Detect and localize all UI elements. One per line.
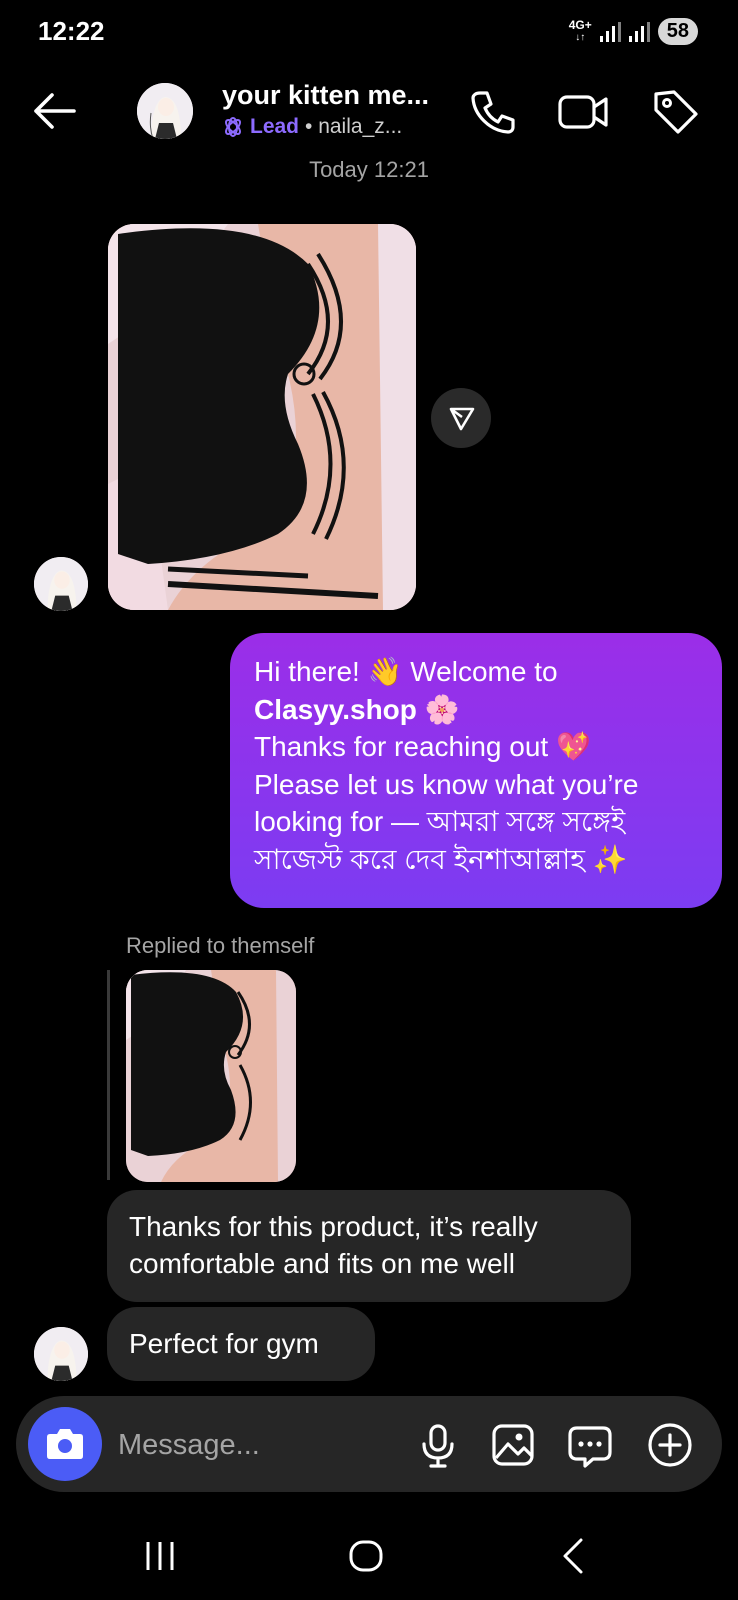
replied-label: Replied to themself — [126, 933, 315, 958]
video-call-icon[interactable] — [556, 86, 608, 138]
share-icon — [449, 407, 475, 431]
lead-badge[interactable]: Lead — [222, 115, 299, 139]
status-icons: 4G+ ↓↑ 58 — [569, 18, 698, 45]
incoming-message[interactable]: Thanks for this product, it’s really com… — [107, 1190, 631, 1302]
network-indicator: 4G+ ↓↑ — [568, 18, 592, 43]
signal-icon — [599, 21, 621, 42]
incoming-line-1: Thanks for this product, it’s really — [129, 1211, 538, 1242]
flower-emoji: 🌸 — [416, 693, 460, 725]
lead-label: Lead — [250, 115, 300, 138]
lead-icon — [225, 117, 241, 137]
outgoing-line-5: looking for — আমরা সঙ্গে সঙ্গেই — [254, 806, 626, 837]
replied-photo[interactable] — [126, 970, 296, 1182]
nav-back-icon[interactable] — [545, 1534, 605, 1578]
outgoing-line-1: Hi there! 👋 Welcome to — [254, 656, 558, 687]
outgoing-message[interactable]: Hi there! 👋 Welcome to Clasyy.shop 🌸 Tha… — [230, 633, 722, 908]
tag-icon[interactable] — [650, 86, 702, 138]
camera-button[interactable] — [28, 1407, 102, 1481]
sticker-icon[interactable] — [565, 1420, 615, 1470]
incoming-message-2[interactable]: Perfect for gym — [107, 1307, 375, 1381]
gallery-icon[interactable] — [488, 1420, 538, 1470]
camera-icon — [47, 1429, 83, 1459]
incoming-line-2: comfortable and fits on me well — [129, 1248, 515, 1279]
contact-handle: • naila_z... — [305, 115, 403, 138]
share-button[interactable] — [431, 388, 491, 448]
sender-avatar-2[interactable] — [34, 1327, 88, 1381]
outgoing-line-4: Please let us know what you’re — [254, 768, 639, 800]
product-photo[interactable] — [108, 224, 416, 610]
outgoing-line-6: সাজেস্ট করে দেব ইনশাআল্লাহ ✨ — [254, 843, 628, 875]
reply-indicator-line — [107, 970, 110, 1180]
nav-recents-icon[interactable] — [130, 1534, 190, 1578]
network-type: 4G+ — [568, 18, 592, 32]
outgoing-line-3: Thanks for reaching out 💖 — [254, 731, 591, 762]
day-separator: Today 12:21 — [309, 157, 429, 182]
outgoing-line-2: Clasyy.shop 🌸 — [254, 691, 700, 729]
phone-icon[interactable] — [466, 86, 518, 138]
back-arrow-icon[interactable] — [28, 88, 82, 134]
sender-avatar[interactable] — [34, 557, 88, 611]
battery-badge: 58 — [657, 18, 698, 45]
contact-avatar[interactable] — [137, 83, 193, 139]
plus-icon[interactable] — [645, 1420, 695, 1470]
incoming-text-2: Perfect for gym — [129, 1328, 319, 1359]
message-input[interactable] — [116, 1424, 370, 1466]
contact-name[interactable]: your kitten me... — [222, 80, 429, 111]
signal-icon-2 — [628, 21, 650, 42]
nav-home-icon[interactable] — [336, 1534, 396, 1578]
shop-name: Clasyy.shop — [254, 693, 417, 725]
contact-subtitle: Lead • naila_z... — [222, 115, 402, 139]
microphone-icon[interactable] — [413, 1420, 463, 1470]
status-time: 12:22 — [38, 16, 105, 46]
